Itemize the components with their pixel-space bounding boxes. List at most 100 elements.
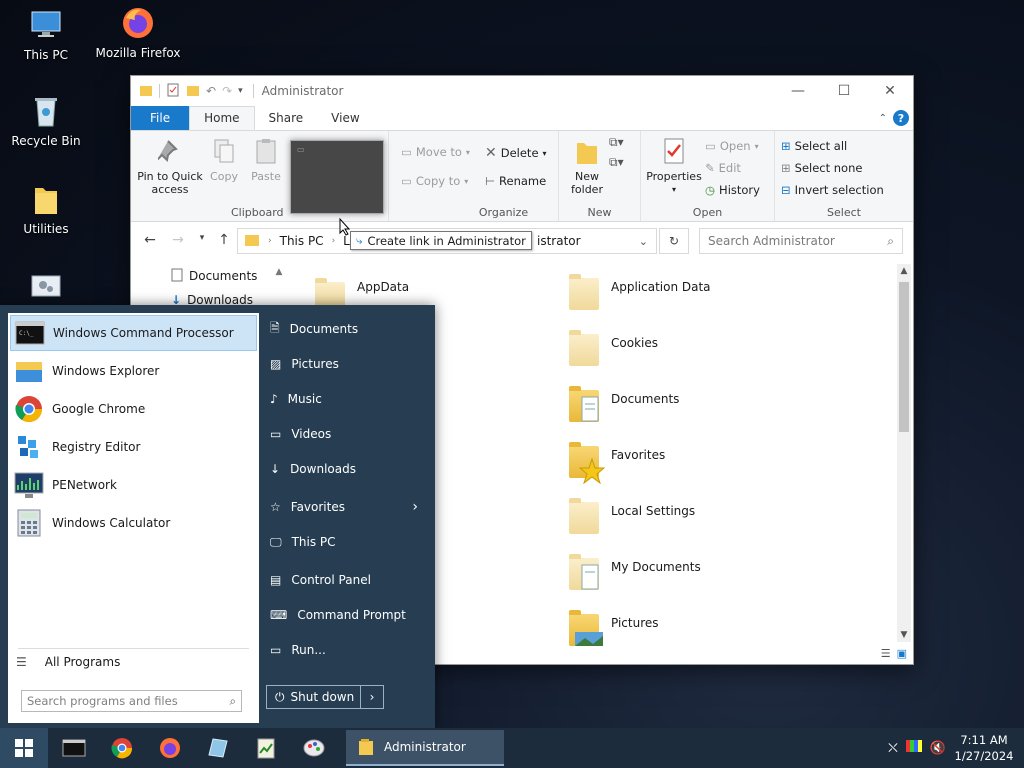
folder-item-application-data[interactable]: Application Data	[567, 274, 711, 314]
program-windows-calculator[interactable]: Windows Calculator	[10, 505, 257, 541]
taskbar-command-prompt[interactable]	[50, 728, 98, 768]
drag-ghost-image: ▭	[290, 140, 384, 214]
maximize-button[interactable]: ☐	[821, 76, 867, 106]
paste-button[interactable]: Paste	[247, 137, 285, 183]
tab-home[interactable]: Home	[189, 106, 255, 130]
nav-item-documents[interactable]: Documents	[131, 264, 287, 288]
scroll-down-arrow[interactable]: ▼	[897, 630, 911, 640]
start-item-documents[interactable]: 🗎 Documents	[270, 318, 430, 340]
program-windows-command-processor[interactable]: C:\_ Windows Command Processor	[10, 315, 257, 351]
up-button[interactable]: ↑	[215, 232, 233, 248]
new-folder-button[interactable]: New folder	[561, 137, 613, 196]
properties-icon[interactable]	[166, 83, 180, 100]
scroll-thumb[interactable]	[899, 282, 909, 432]
shutdown-options-button[interactable]: ›	[361, 690, 383, 704]
start-item-command-prompt[interactable]: ⌨ Command Prompt	[270, 604, 430, 626]
edit-icon: ✎	[705, 161, 715, 175]
taskbar-firefox[interactable]	[146, 728, 194, 768]
ribbon-collapse-icon[interactable]: ⌃	[879, 113, 887, 124]
folder-item-cookies[interactable]: Cookies	[567, 330, 658, 370]
taskbar-explorer-window[interactable]: Administrator	[346, 730, 504, 766]
folder-icon	[359, 739, 373, 755]
content-scrollbar[interactable]: ▲ ▼	[897, 264, 911, 642]
taskbar-app-chart[interactable]	[242, 728, 290, 768]
select-none-button[interactable]: ⊞ Select none	[781, 161, 862, 175]
pin-to-quick-access-button[interactable]: Pin to Quick access	[135, 137, 205, 196]
desktop-icon-firefox[interactable]: Mozilla Firefox	[92, 6, 184, 60]
copy-button[interactable]: Copy	[205, 137, 243, 183]
new-folder-icon[interactable]	[186, 83, 200, 100]
rename-button[interactable]: ⊢ Rename	[485, 174, 546, 188]
taskbar-chrome[interactable]	[98, 728, 146, 768]
program-penetwork[interactable]: PENetwork	[10, 467, 257, 503]
back-button[interactable]: ←	[141, 232, 159, 248]
display-color-icon[interactable]	[905, 739, 922, 757]
desktop-icon-this-pc[interactable]: This PC	[0, 8, 92, 62]
start-item-favorites[interactable]: ☆ Favorites ›	[270, 496, 430, 518]
details-view-icon[interactable]: ☰	[881, 647, 891, 660]
redo-icon[interactable]: ↷	[222, 84, 232, 98]
chevron-down-icon[interactable]: ⌄	[639, 235, 648, 248]
large-icons-view-icon[interactable]: ▣	[897, 647, 907, 660]
select-all-button[interactable]: ⊞ Select all	[781, 139, 847, 153]
start-item-music[interactable]: ♪ Music	[270, 388, 430, 410]
new-item-icon[interactable]: ⧉▾	[609, 135, 624, 150]
minimize-button[interactable]: —	[775, 76, 821, 106]
nav-pane-scroll-up[interactable]: ▲	[272, 264, 286, 304]
program-windows-explorer[interactable]: Windows Explorer	[10, 353, 257, 389]
folder-item-documents[interactable]: Documents	[567, 386, 679, 426]
easy-access-icon[interactable]: ⧉▾	[609, 155, 624, 170]
start-item-run[interactable]: ▭ Run...	[270, 639, 430, 661]
network-status-icon[interactable]: ⛌	[888, 741, 898, 756]
breadcrumb-administrator[interactable]: istrator	[537, 234, 581, 248]
tab-share[interactable]: Share	[255, 106, 318, 130]
history-button[interactable]: ◷ History	[705, 183, 760, 197]
rename-icon: ⊢	[485, 174, 496, 188]
start-item-control-panel[interactable]: ▤ Control Panel	[270, 569, 430, 591]
windows-logo-icon	[15, 739, 33, 757]
start-search-box[interactable]: Search programs and files ⌕	[21, 690, 242, 712]
start-item-this-pc[interactable]: 🖵 This PC	[270, 531, 430, 553]
delete-button[interactable]: ✕ Delete ▾	[485, 145, 547, 161]
taskbar-clock[interactable]: 7:11 AM 1/27/2024	[954, 732, 1014, 764]
folder-item-local-settings[interactable]: Local Settings	[567, 498, 695, 538]
properties-button[interactable]: Properties ▾	[643, 137, 705, 196]
close-button[interactable]: ✕	[867, 76, 913, 106]
start-item-videos[interactable]: ▭ Videos	[270, 423, 430, 445]
search-box[interactable]: Search Administrator ⌕	[699, 228, 903, 254]
search-input[interactable]: Search Administrator	[708, 234, 835, 248]
edit-button[interactable]: ✎ Edit	[705, 161, 741, 175]
move-to-button[interactable]: ▭ Move to ▾	[401, 145, 470, 159]
start-menu: C:\_ Windows Command Processor Windows E…	[0, 305, 435, 728]
customize-dropdown-icon[interactable]: ▾	[238, 86, 243, 96]
help-icon[interactable]: ?	[893, 110, 909, 126]
open-button[interactable]: ▭ Open ▾	[705, 139, 759, 153]
taskbar-app-glass[interactable]	[194, 728, 242, 768]
search-icon: ⌕	[887, 233, 894, 248]
program-google-chrome[interactable]: Google Chrome	[10, 391, 257, 427]
scroll-up-arrow[interactable]: ▲	[897, 266, 911, 276]
folder-item-my-documents[interactable]: My Documents	[567, 554, 701, 594]
tab-file[interactable]: File	[131, 106, 190, 130]
refresh-button[interactable]: ↻	[659, 228, 689, 254]
breadcrumb-this-pc[interactable]: This PC	[280, 234, 324, 248]
invert-selection-button[interactable]: ⊟ Invert selection	[781, 183, 884, 197]
volume-muted-icon[interactable]: 🔇	[930, 741, 946, 756]
download-arrow-icon: ↓	[270, 462, 281, 476]
all-programs-button[interactable]: ☰ All Programs	[16, 655, 120, 669]
shutdown-button[interactable]: ⏻ Shut down	[267, 686, 361, 708]
start-item-pictures[interactable]: ▨ Pictures	[270, 353, 430, 375]
copy-to-button[interactable]: ▭ Copy to ▾	[401, 174, 468, 188]
desktop-icon-recycle-bin[interactable]: Recycle Bin	[0, 94, 92, 148]
desktop-icon-utilities[interactable]: Utilities	[0, 182, 92, 236]
undo-icon[interactable]: ↶	[206, 84, 216, 98]
forward-button[interactable]: →	[169, 232, 187, 248]
folder-item-favorites[interactable]: Favorites	[567, 442, 665, 484]
taskbar-app-paint[interactable]	[290, 728, 338, 768]
start-item-downloads[interactable]: ↓ Downloads	[270, 458, 430, 480]
recent-locations-button[interactable]: ▾	[193, 233, 211, 243]
start-search-input[interactable]: Search programs and files	[27, 694, 178, 708]
tab-view[interactable]: View	[317, 106, 373, 130]
start-button[interactable]	[0, 728, 48, 768]
program-registry-editor[interactable]: Registry Editor	[10, 429, 257, 465]
